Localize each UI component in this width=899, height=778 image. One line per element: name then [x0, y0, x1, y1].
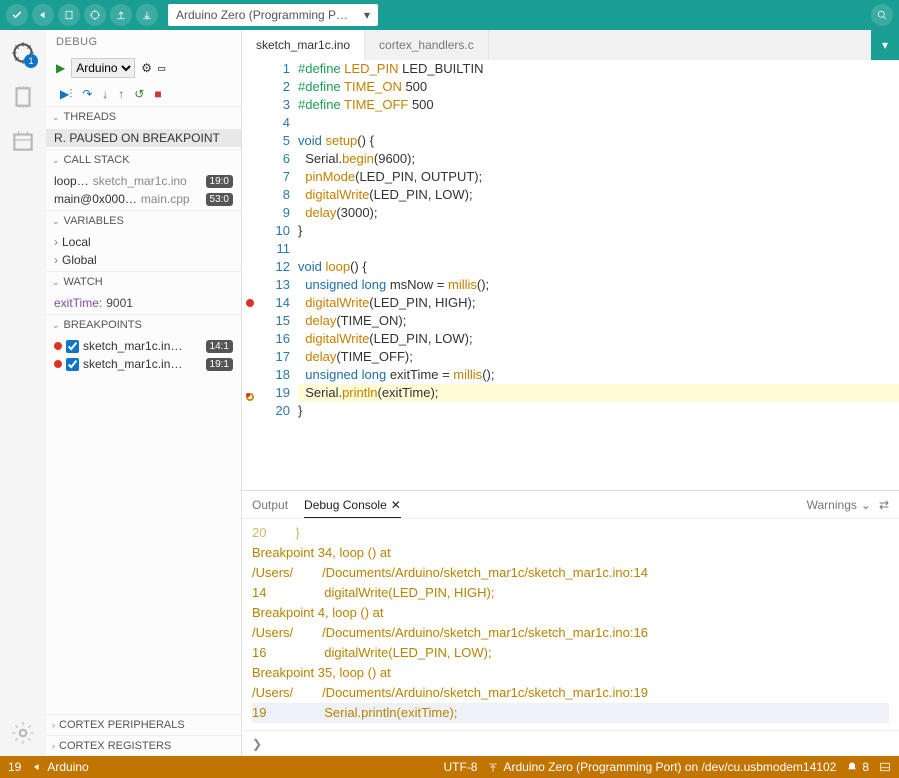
close-icon[interactable]: ✕: [391, 498, 401, 512]
debug-badge: 1: [24, 54, 38, 68]
chevron-down-icon: ▾: [364, 8, 370, 22]
debug-button[interactable]: [84, 4, 106, 26]
section-breakpoints[interactable]: ⌄BREAKPOINTS: [46, 314, 241, 335]
upload-button[interactable]: [32, 4, 54, 26]
variable-scope[interactable]: › Global: [46, 251, 241, 269]
variable-scope[interactable]: › Local: [46, 233, 241, 251]
new-file-button[interactable]: [58, 4, 80, 26]
tab-cortex-handlers[interactable]: cortex_handlers.c: [365, 30, 489, 60]
top-toolbar: Arduino Zero (Programming P… ▾: [0, 0, 899, 30]
editor-tabs: sketch_mar1c.ino cortex_handlers.c ▾: [242, 30, 899, 60]
panel-tab-output[interactable]: Output: [252, 498, 288, 512]
continue-button[interactable]: ▶⫶: [60, 87, 72, 102]
status-notifications[interactable]: 8: [846, 760, 869, 774]
tab-more-button[interactable]: ▾: [871, 30, 899, 60]
restart-button[interactable]: ↺: [134, 87, 144, 101]
code-editor[interactable]: 1234567891011121314151617181920 #define …: [242, 60, 899, 490]
step-out-button[interactable]: ↑: [118, 87, 124, 101]
activity-debug-icon[interactable]: 1: [10, 40, 36, 66]
callstack-frame[interactable]: main@0x000… main.cpp53:0: [46, 190, 241, 208]
section-variables[interactable]: ⌄VARIABLES: [46, 210, 241, 231]
section-callstack[interactable]: ⌄CALL STACK: [46, 149, 241, 170]
start-debug-button[interactable]: ▶: [56, 61, 65, 75]
editor-area: sketch_mar1c.ino cortex_handlers.c ▾ 123…: [242, 30, 899, 756]
debug-run-toolbar: ▶ Arduino ⚙ ▭: [46, 54, 241, 82]
board-select[interactable]: Arduino Zero (Programming P… ▾: [168, 4, 378, 26]
search-button[interactable]: [871, 4, 893, 26]
status-mode[interactable]: Arduino: [31, 760, 88, 774]
step-into-button[interactable]: ↓: [102, 87, 108, 101]
status-bar: 19 Arduino UTF-8 Arduino Zero (Programmi…: [0, 756, 899, 778]
watch-item[interactable]: exitTime: 9001: [46, 294, 241, 312]
tab-sketch[interactable]: sketch_mar1c.ino: [242, 30, 365, 60]
board-select-label: Arduino Zero (Programming P…: [176, 8, 348, 22]
section-watch[interactable]: ⌄WATCH: [46, 271, 241, 292]
section-cortex-registers[interactable]: ›CORTEX REGISTERS: [46, 735, 241, 756]
thread-status[interactable]: R. PAUSED ON BREAKPOINT: [46, 129, 241, 147]
activity-board-icon[interactable]: [10, 84, 36, 110]
debug-config-select[interactable]: Arduino: [71, 58, 135, 78]
status-layout-icon[interactable]: [879, 761, 891, 773]
activity-settings-icon[interactable]: [10, 720, 36, 746]
sidebar-title: DEBUG: [46, 30, 241, 54]
debug-console-output[interactable]: 20 }Breakpoint 34, loop () at /Users/ /D…: [242, 519, 899, 730]
panel-settings-icon[interactable]: ⇄: [879, 498, 889, 512]
panel-tab-debug-console[interactable]: Debug Console ✕: [304, 498, 401, 518]
debug-console-input[interactable]: ❯: [242, 730, 899, 756]
chevron-down-icon: ⌄: [861, 498, 871, 512]
callstack-frame[interactable]: loop… sketch_mar1c.ino19:0: [46, 172, 241, 190]
breakpoint-item[interactable]: sketch_mar1c.in…14:1: [46, 337, 241, 355]
bottom-panel: Output Debug Console ✕ Warnings⌄ ⇄ 20 }B…: [242, 490, 899, 756]
breakpoint-item[interactable]: sketch_mar1c.in…19:1: [46, 355, 241, 373]
debug-controls: ▶⫶ ↷ ↓ ↑ ↺ ■: [46, 82, 241, 106]
activity-calendar-icon[interactable]: [10, 128, 36, 154]
step-over-button[interactable]: ↷: [82, 87, 92, 101]
section-cortex-peripherals[interactable]: ›CORTEX PERIPHERALS: [46, 714, 241, 735]
panel-filter-warnings[interactable]: Warnings⌄: [807, 498, 871, 512]
status-board[interactable]: Arduino Zero (Programming Port) on /dev/…: [487, 760, 836, 774]
debug-sidebar: DEBUG ▶ Arduino ⚙ ▭ ▶⫶ ↷ ↓ ↑ ↺ ■ ⌄THREAD…: [46, 30, 242, 756]
stop-button[interactable]: ■: [154, 87, 161, 101]
gear-icon[interactable]: ⚙: [141, 61, 152, 75]
upload2-button[interactable]: [110, 4, 132, 26]
download-button[interactable]: [136, 4, 158, 26]
status-encoding[interactable]: UTF-8: [443, 760, 477, 774]
verify-button[interactable]: [6, 4, 28, 26]
activity-bar: 1: [0, 30, 46, 756]
section-threads[interactable]: ⌄THREADS: [46, 106, 241, 127]
status-line[interactable]: 19: [8, 760, 21, 774]
debug-console-icon[interactable]: ▭: [158, 61, 165, 75]
